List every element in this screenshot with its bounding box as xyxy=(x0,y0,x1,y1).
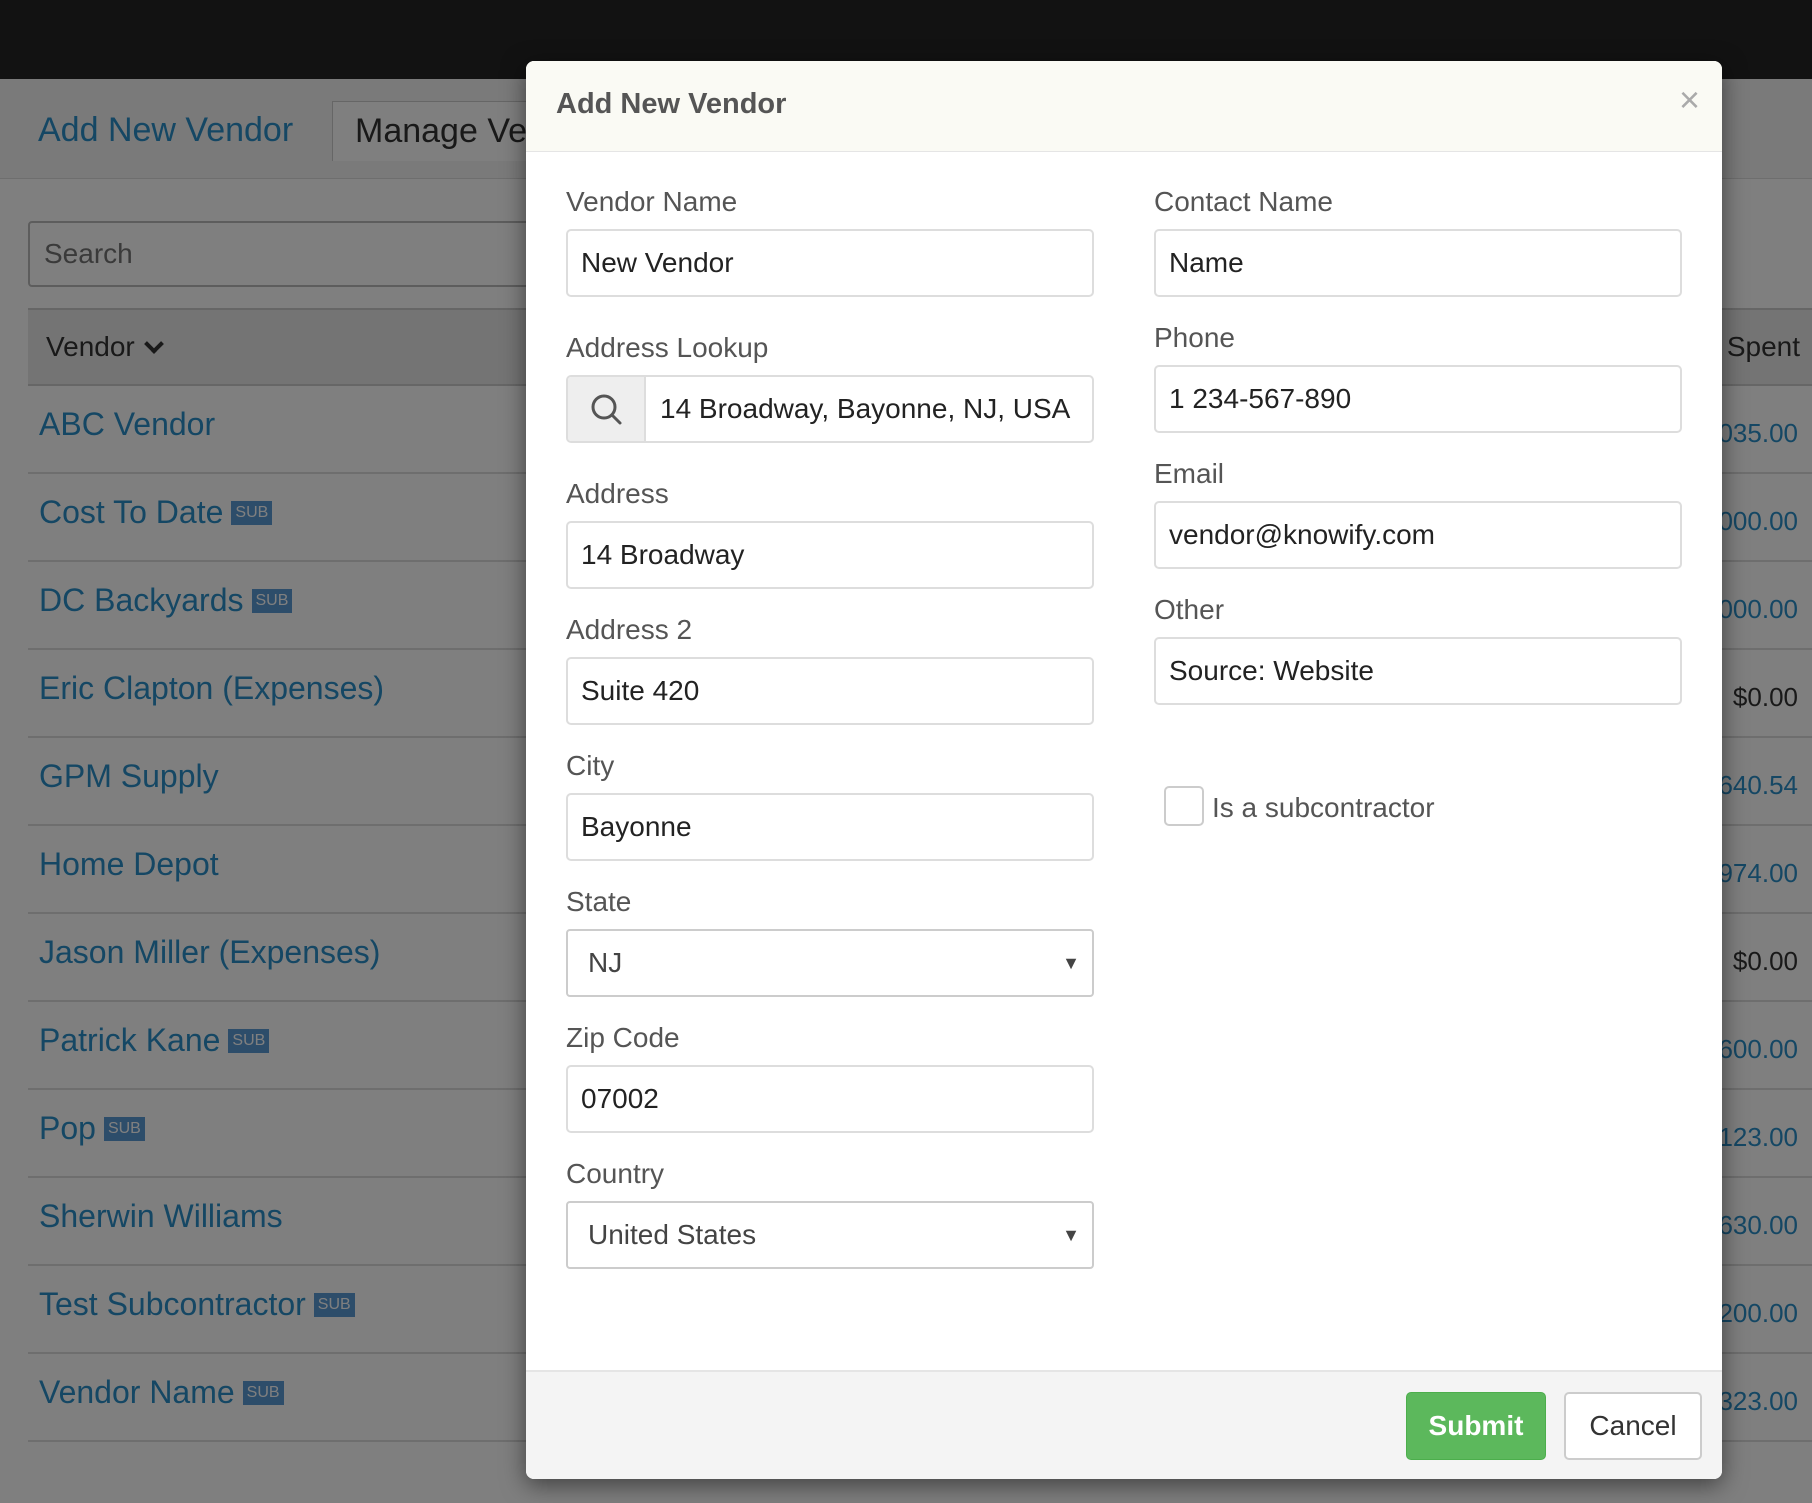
contact-name-input[interactable]: Name xyxy=(1154,229,1682,297)
caret-down-icon: ▼ xyxy=(1062,953,1080,973)
modal-header: Add New Vendor × xyxy=(526,61,1722,152)
address-lookup-value: 14 Broadway, Bayonne, NJ, USA xyxy=(660,393,1071,424)
modal-footer: Submit Cancel xyxy=(526,1370,1722,1479)
other-input[interactable]: Source: Website xyxy=(1154,637,1682,705)
address-group: Address 14 Broadway xyxy=(566,477,1094,589)
city-label: City xyxy=(566,750,615,781)
cancel-button[interactable]: Cancel xyxy=(1564,1392,1702,1460)
address2-group: Address 2 Suite 420 xyxy=(566,613,1094,725)
city-input[interactable]: Bayonne xyxy=(566,793,1094,861)
zip-group: Zip Code 07002 xyxy=(566,1021,1094,1133)
country-label: Country xyxy=(566,1158,665,1189)
city-group: City Bayonne xyxy=(566,749,1094,861)
state-group: State NJ ▼ xyxy=(566,885,1094,997)
address2-label: Address 2 xyxy=(566,614,693,645)
country-select[interactable]: United States ▼ xyxy=(566,1201,1094,1269)
email-label: Email xyxy=(1154,458,1225,489)
zip-input[interactable]: 07002 xyxy=(566,1065,1094,1133)
state-label: State xyxy=(566,886,632,917)
contact-name-group: Contact Name Name xyxy=(1154,185,1682,297)
state-value: NJ xyxy=(588,947,623,978)
phone-group: Phone 1 234-567-890 xyxy=(1154,321,1682,433)
other-group: Other Source: Website xyxy=(1154,593,1682,705)
email-input[interactable]: vendor@knowify.com xyxy=(1154,501,1682,569)
country-value: United States xyxy=(588,1219,757,1250)
email-group: Email vendor@knowify.com xyxy=(1154,457,1682,569)
address-lookup-input[interactable]: 14 Broadway, Bayonne, NJ, USA xyxy=(566,375,1094,443)
vendor-name-input[interactable]: New Vendor xyxy=(566,229,1094,297)
other-label: Other xyxy=(1154,594,1225,625)
address-label: Address xyxy=(566,478,669,509)
add-vendor-modal: Add New Vendor × Vendor Name New Vendor … xyxy=(526,61,1722,1479)
address-lookup-label: Address Lookup xyxy=(566,332,769,363)
subcontractor-label[interactable]: Is a subcontractor xyxy=(1212,792,1435,824)
search-icon[interactable] xyxy=(568,377,646,441)
vendor-name-group: Vendor Name New Vendor xyxy=(566,185,1094,297)
vendor-name-label: Vendor Name xyxy=(566,186,738,217)
caret-down-icon: ▼ xyxy=(1062,1225,1080,1245)
zip-label: Zip Code xyxy=(566,1022,680,1053)
country-group: Country United States ▼ xyxy=(566,1157,1094,1269)
phone-input[interactable]: 1 234-567-890 xyxy=(1154,365,1682,433)
address-input[interactable]: 14 Broadway xyxy=(566,521,1094,589)
subcontractor-checkbox[interactable] xyxy=(1164,786,1204,826)
address-lookup-group: Address Lookup 14 Broadway, Bayonne, NJ,… xyxy=(566,331,1094,443)
modal-title: Add New Vendor xyxy=(556,88,787,120)
address2-input[interactable]: Suite 420 xyxy=(566,657,1094,725)
submit-button[interactable]: Submit xyxy=(1406,1392,1546,1460)
close-icon[interactable]: × xyxy=(1679,79,1700,121)
contact-name-label: Contact Name xyxy=(1154,186,1333,217)
phone-label: Phone xyxy=(1154,322,1235,353)
state-select[interactable]: NJ ▼ xyxy=(566,929,1094,997)
